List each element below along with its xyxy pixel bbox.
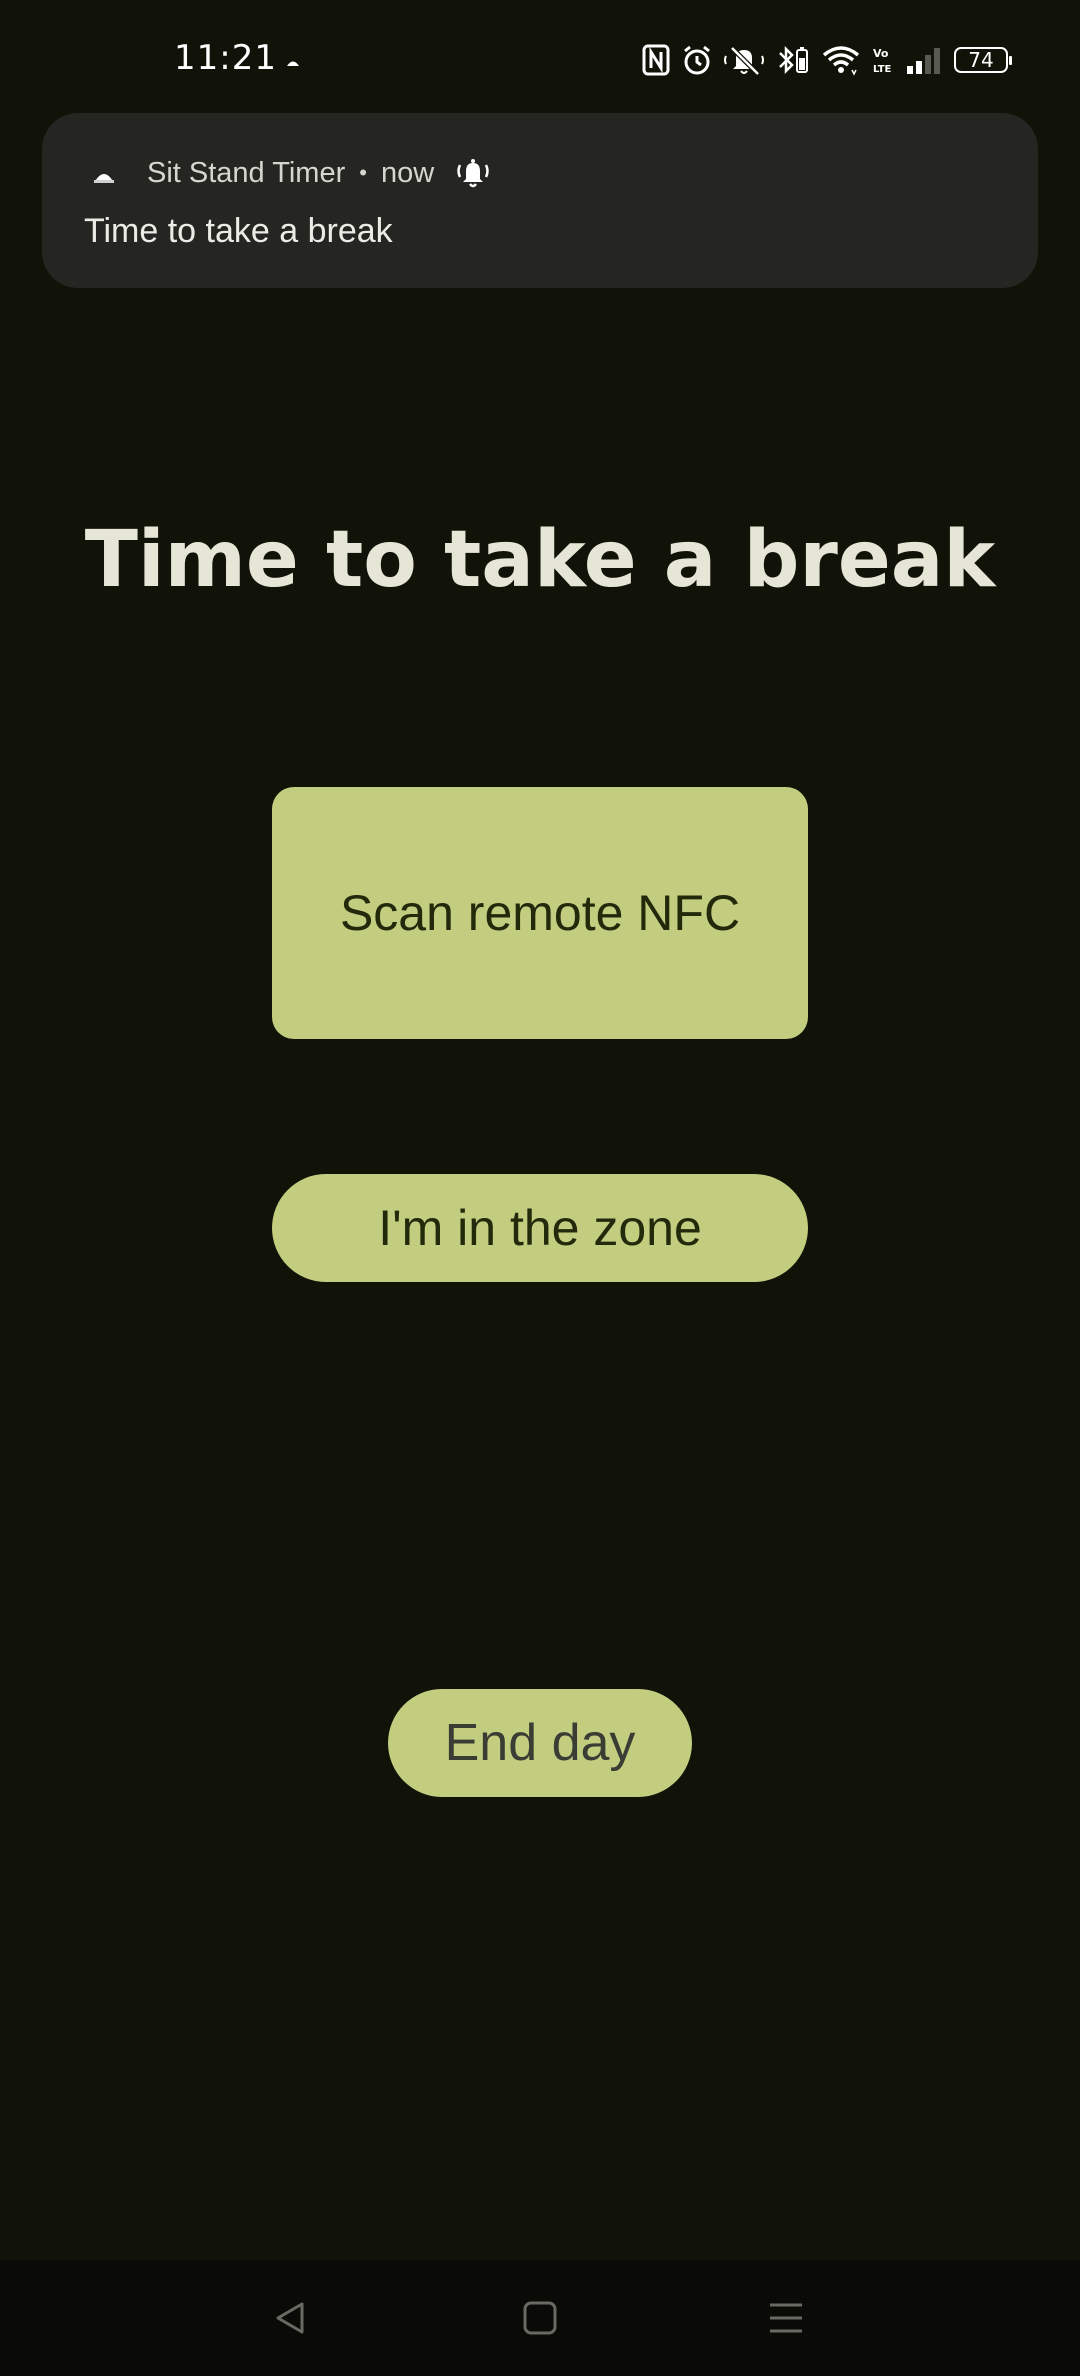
end-day-button[interactable]: End day — [388, 1689, 692, 1797]
battery-icon: 74 — [954, 40, 1012, 80]
in-the-zone-button[interactable]: I'm in the zone — [272, 1174, 808, 1282]
notification-header: Sit Stand Timer • now — [147, 151, 490, 195]
home-icon[interactable] — [520, 2298, 560, 2338]
page-title: Time to take a break — [84, 515, 996, 605]
status-bar: 11:21 Vo LTE 74 — [0, 0, 1080, 110]
app-icon — [90, 161, 118, 189]
svg-text:Vo: Vo — [873, 47, 889, 60]
recents-menu-icon[interactable] — [766, 2298, 806, 2338]
notification-app-name: Sit Stand Timer — [147, 156, 346, 189]
notification-text: Time to take a break — [84, 212, 393, 250]
status-time: 11:21 — [174, 38, 277, 78]
alarm-icon — [682, 40, 712, 80]
navigation-bar — [0, 2260, 1080, 2376]
back-icon[interactable] — [270, 2298, 310, 2338]
status-icons: Vo LTE 74 — [642, 40, 1012, 80]
app-notification-icon — [286, 54, 300, 66]
bluetooth-battery-icon — [776, 40, 810, 80]
notification-card[interactable]: Sit Stand Timer • now Time to take a bre… — [42, 113, 1038, 288]
notification-time: now — [380, 156, 435, 189]
volte-icon: Vo LTE — [872, 40, 894, 80]
svg-text:LTE: LTE — [873, 64, 892, 75]
battery-level: 74 — [954, 47, 1012, 73]
ringing-bell-icon — [456, 157, 490, 189]
screen: 11:21 Vo LTE 74 Sit Stand Timer • now Ti… — [0, 0, 1080, 2376]
notification-separator: • — [359, 160, 367, 185]
silent-icon — [724, 40, 764, 80]
signal-icon — [906, 40, 942, 80]
wifi-icon — [822, 40, 860, 80]
nfc-icon — [642, 40, 670, 80]
scan-nfc-button[interactable]: Scan remote NFC — [272, 787, 808, 1039]
